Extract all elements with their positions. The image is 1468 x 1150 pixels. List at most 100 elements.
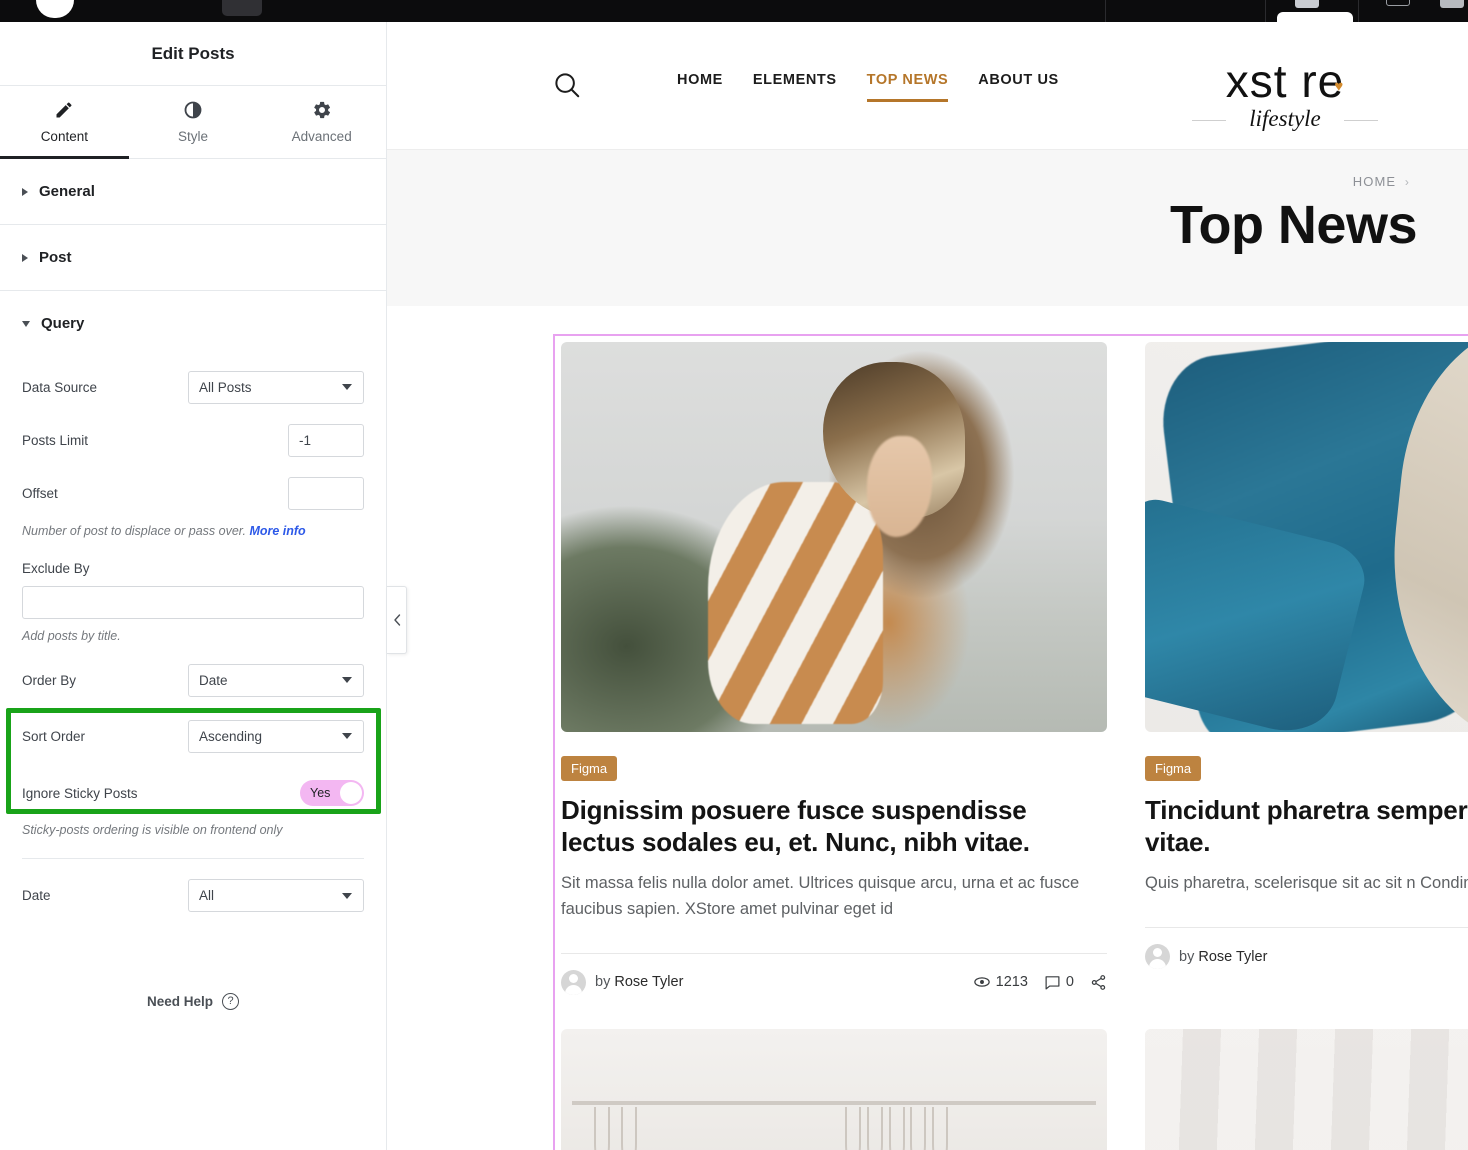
browser-tab[interactable] <box>222 0 262 16</box>
post-category-badge[interactable]: Figma <box>561 756 618 781</box>
post-stats: 1213 0 <box>973 973 1107 991</box>
breadcrumb[interactable]: HOME › <box>1353 174 1410 189</box>
photo-detail <box>910 1106 927 1150</box>
section-post: Post <box>0 225 386 291</box>
chrome-button[interactable] <box>1386 0 1410 6</box>
post-author[interactable]: by Rose Tyler <box>561 969 684 995</box>
share-icon <box>1091 974 1106 990</box>
search-icon[interactable] <box>552 70 582 105</box>
photo-detail <box>866 1106 883 1150</box>
nav-top-news[interactable]: TOP NEWS <box>866 72 949 110</box>
post-comments[interactable]: 0 <box>1044 974 1074 991</box>
data-source-label: Data Source <box>22 379 98 395</box>
chrome-divider <box>1265 0 1266 22</box>
control-date: Date All <box>22 879 364 913</box>
chevron-left-icon <box>393 614 400 626</box>
main-navigation: HOME ELEMENTS TOP NEWS ABOUT US <box>677 72 1059 110</box>
post-card[interactable] <box>1145 1028 1468 1150</box>
section-post-header[interactable]: Post <box>22 225 364 290</box>
browser-active-tab-left[interactable] <box>36 0 74 18</box>
post-title[interactable]: Dignissim posuere fusce suspendisse lect… <box>561 795 1107 858</box>
chrome-divider <box>1358 0 1359 22</box>
section-query-header[interactable]: Query <box>22 291 364 356</box>
post-card[interactable]: Figma Tincidunt pharetra semper aliquet … <box>1145 342 1468 995</box>
posts-grid-row-2 <box>555 1028 1468 1150</box>
nav-about-us[interactable]: ABOUT US <box>978 72 1059 110</box>
post-author-name: by Rose Tyler <box>1179 949 1267 965</box>
exclude-by-hint: Add posts by title. <box>22 628 121 643</box>
section-general-header[interactable]: General <box>22 159 364 224</box>
data-source-value: All Posts <box>199 379 252 395</box>
section-general: General <box>0 159 386 225</box>
tab-advanced[interactable]: Advanced <box>257 86 386 158</box>
order-by-select[interactable]: Date <box>188 663 364 697</box>
post-card[interactable]: Figma Dignissim posuere fusce suspendiss… <box>561 342 1107 995</box>
help-icon: ? <box>222 992 240 1010</box>
photo-detail <box>571 1101 1097 1106</box>
divider <box>22 857 364 859</box>
author-name-text: Rose Tyler <box>614 974 684 991</box>
exclude-by-input[interactable] <box>22 585 364 619</box>
chrome-button[interactable] <box>1295 0 1319 8</box>
tab-content[interactable]: Content <box>0 86 129 159</box>
nav-elements[interactable]: ELEMENTS <box>753 72 837 110</box>
author-name-text: Rose Tyler <box>1198 948 1268 965</box>
posts-widget-selection[interactable]: Figma Dignissim posuere fusce suspendiss… <box>553 334 1468 1150</box>
chevron-down-icon <box>22 320 30 327</box>
logo-wordmark: xst re ♥ <box>1226 58 1344 104</box>
post-image[interactable] <box>1145 342 1468 732</box>
chevron-down-icon <box>342 892 352 899</box>
post-image[interactable] <box>561 342 1107 732</box>
avatar <box>561 969 586 995</box>
post-category-badge[interactable]: Figma <box>1145 756 1202 781</box>
post-image[interactable] <box>1145 1028 1468 1150</box>
date-select[interactable]: All <box>188 879 364 912</box>
pencil-icon <box>54 100 74 120</box>
posts-grid: Figma Dignissim posuere fusce suspendiss… <box>555 336 1468 995</box>
photo-detail <box>844 1106 861 1150</box>
need-help-label: Need Help <box>146 993 214 1009</box>
logo-word-text: xst re <box>1225 55 1345 107</box>
post-author[interactable]: by Rose Tyler <box>1145 944 1267 969</box>
posts-limit-input[interactable]: -1 <box>288 423 364 457</box>
chrome-button[interactable] <box>1440 0 1464 8</box>
control-offset: Offset <box>22 476 364 510</box>
tab-style[interactable]: Style <box>129 86 258 158</box>
control-order-by: Order By Date <box>22 663 364 697</box>
panel-collapse-handle[interactable] <box>387 586 407 654</box>
post-title[interactable]: Tincidunt pharetra semper aliquet tortor… <box>1145 795 1468 858</box>
section-post-label: Post <box>39 249 72 266</box>
need-help-button[interactable]: Need Help ? <box>22 992 364 1010</box>
offset-input[interactable] <box>288 476 364 510</box>
exclude-by-label: Exclude By <box>22 560 90 576</box>
post-card[interactable] <box>561 1028 1107 1150</box>
offset-hint: Number of post to displace or pass over.… <box>22 523 364 541</box>
date-label: Date <box>22 888 51 903</box>
more-info-link[interactable]: More info <box>249 524 305 538</box>
control-sort-order: Sort Order Ascending <box>22 719 364 753</box>
post-share-button[interactable] <box>1090 974 1107 991</box>
section-query-label: Query <box>41 315 85 332</box>
toggle-knob <box>340 782 362 804</box>
photo-detail <box>1145 1028 1468 1150</box>
site-logo[interactable]: xst re ♥ lifestyle <box>1190 58 1380 132</box>
panel-tabs: Content Style Advanced <box>0 86 386 159</box>
tab-content-label: Content <box>40 129 88 144</box>
chevron-down-icon <box>342 677 352 683</box>
ignore-sticky-toggle[interactable]: Yes <box>300 780 364 806</box>
sticky-hint: Sticky-posts ordering is visible on fron… <box>22 823 283 837</box>
author-by-label: by <box>595 974 611 991</box>
post-comments-count: 0 <box>1065 974 1074 991</box>
author-by-label: by <box>1179 948 1195 965</box>
nav-home[interactable]: HOME <box>677 72 723 110</box>
control-data-source: Data Source All Posts <box>22 370 364 404</box>
section-query: Query Data Source All Posts Posts Limit … <box>0 291 386 1032</box>
sort-order-select[interactable]: Ascending <box>188 719 364 753</box>
page-title: Top News <box>1169 195 1418 255</box>
data-source-select[interactable]: All Posts <box>188 370 364 404</box>
post-image[interactable] <box>561 1028 1107 1150</box>
post-meta: by Rose Tyler 1213 0 <box>561 952 1107 995</box>
photo-detail <box>593 1106 610 1150</box>
contrast-icon <box>183 100 203 120</box>
posts-limit-label: Posts Limit <box>22 432 89 448</box>
